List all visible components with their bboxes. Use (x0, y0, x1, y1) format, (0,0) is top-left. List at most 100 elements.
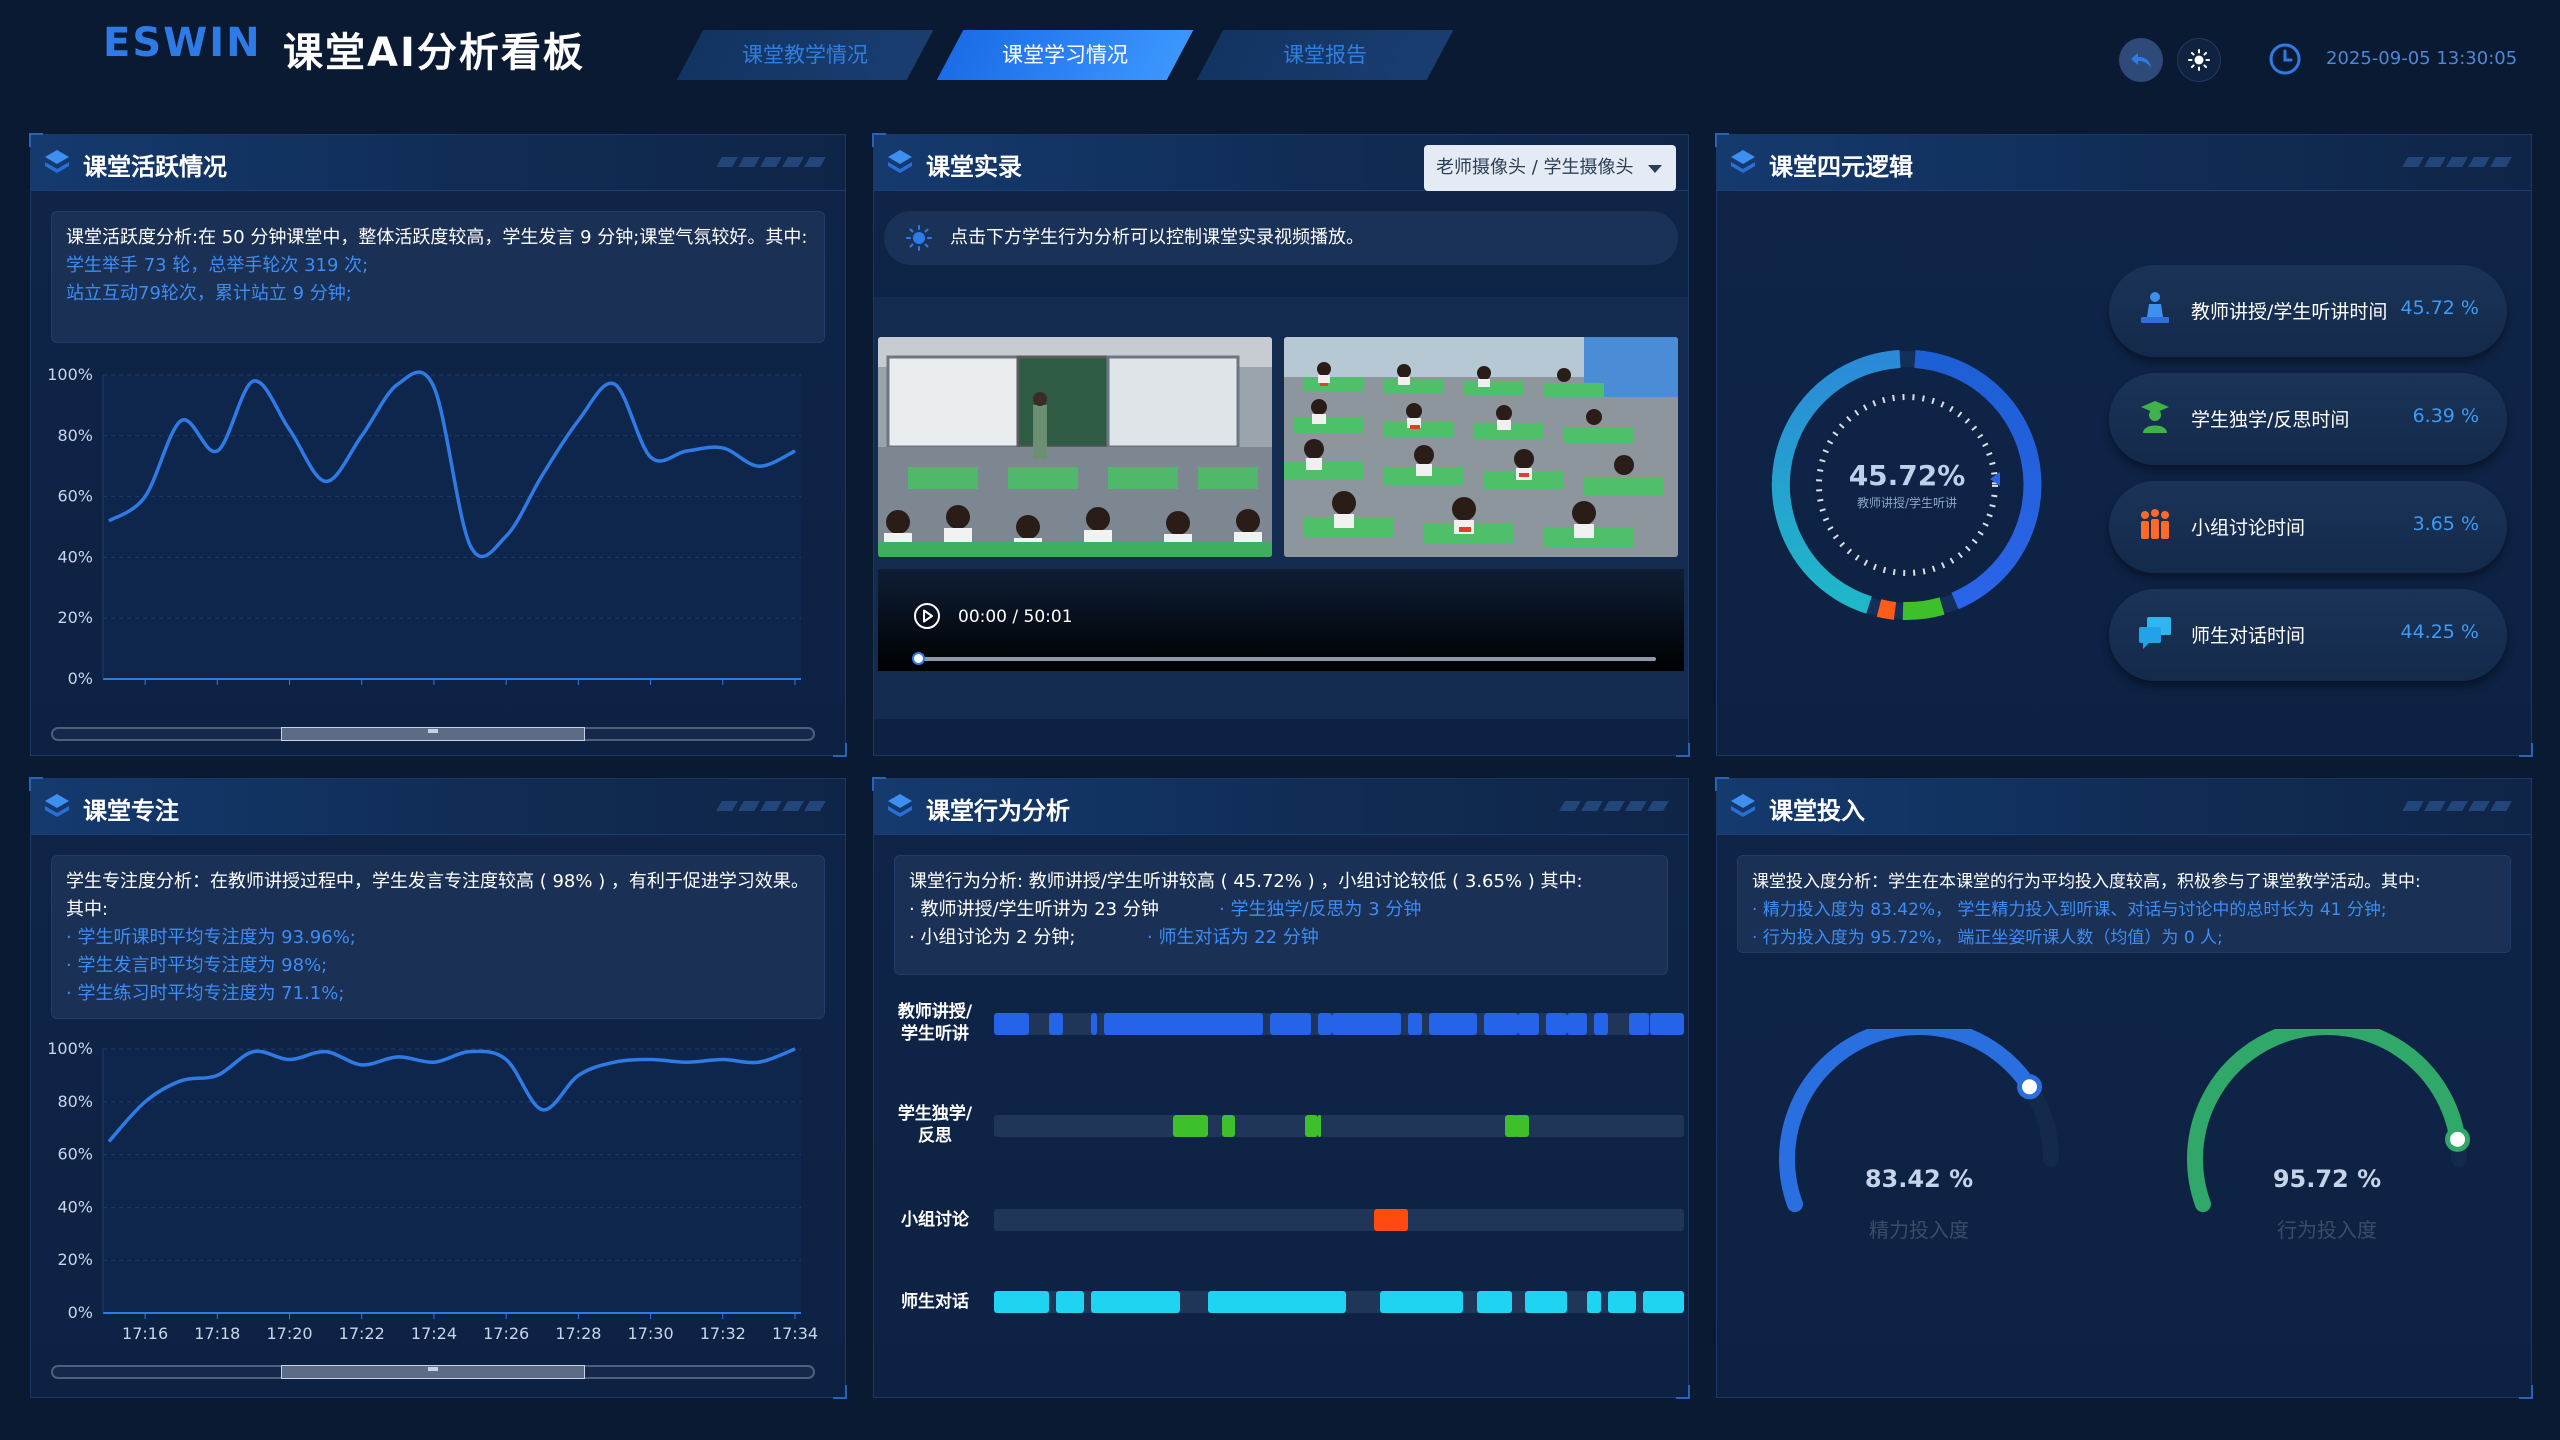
timeline-segment[interactable] (1477, 1291, 1512, 1313)
timeline-track-teacher[interactable] (994, 1013, 1684, 1035)
data-point (361, 1064, 363, 1066)
timeline-segment[interactable] (1173, 1115, 1208, 1137)
teacher-camera-feed[interactable] (878, 337, 1272, 557)
timeline-segment[interactable] (1428, 1013, 1477, 1035)
progress-thumb[interactable] (912, 652, 925, 665)
timeline-segment[interactable] (994, 1013, 1029, 1035)
panel-header: 课堂四元逻辑 (1717, 135, 2531, 191)
tab-label: 课堂学习情况 (1002, 43, 1128, 67)
y-tick-label: 0% (68, 1303, 93, 1322)
timeline-segment[interactable] (1221, 1115, 1236, 1137)
student-camera-feed[interactable] (1284, 337, 1678, 557)
zoom-window-handle[interactable] (281, 727, 585, 741)
metric-dialog[interactable]: 师生对话时间 44.25 % (2109, 589, 2507, 681)
chevron-down-icon (1648, 165, 1662, 173)
data-point (686, 450, 688, 452)
timeline-segment[interactable] (1483, 1013, 1519, 1035)
timeline-segment[interactable] (1587, 1291, 1602, 1313)
timeline-segment[interactable] (1090, 1291, 1181, 1313)
engagement-panel: 课堂投入 课堂投入度分析：学生在本课堂的行为平均投入度较高，积极参与了课堂教学活… (1715, 777, 2533, 1399)
timeline-segment[interactable] (1318, 1013, 1333, 1035)
x-tick-label: 17:18 (194, 1324, 240, 1339)
timeline-segment[interactable] (1608, 1291, 1636, 1313)
header-decoration (716, 157, 826, 167)
metric-self-study[interactable]: 学生独学/反思时间 6.39 % (2109, 373, 2507, 465)
tab-label: 课堂报告 (1283, 43, 1367, 67)
y-tick-label: 60% (57, 1145, 93, 1164)
timeline-segment[interactable] (1332, 1013, 1402, 1035)
chart-zoom-slider[interactable] (51, 1365, 815, 1379)
timeline-segment[interactable] (1207, 1291, 1346, 1313)
data-point (289, 1059, 291, 1061)
timeline-segment[interactable] (1594, 1013, 1609, 1035)
timeline-segment[interactable] (1090, 1013, 1098, 1035)
tab-report[interactable]: 课堂报告 (1196, 30, 1454, 80)
back-button[interactable] (2119, 38, 2163, 82)
timeline-segment[interactable] (1566, 1013, 1588, 1035)
data-point (794, 450, 796, 452)
timeline-segment[interactable] (1304, 1115, 1319, 1137)
x-tick-label: 17:16 (122, 1324, 168, 1339)
teacher-icon (2141, 292, 2169, 323)
video-progress-bar[interactable] (912, 652, 1656, 665)
classroom-front-image (878, 337, 1272, 557)
timeline-segment[interactable] (1546, 1013, 1567, 1035)
data-point (650, 456, 652, 458)
tab-teaching[interactable]: 课堂教学情况 (676, 30, 934, 80)
theme-button[interactable] (2177, 38, 2221, 82)
layers-icon (888, 150, 912, 173)
metric-label: 教师讲授/学生听讲时间 (2191, 301, 2388, 323)
tab-learning[interactable]: 课堂学习情况 (936, 30, 1194, 80)
zoom-window-handle[interactable] (281, 1365, 585, 1379)
timeline-track-dialog[interactable] (994, 1291, 1684, 1313)
metric-label: 师生对话时间 (2191, 625, 2306, 647)
data-point (144, 496, 146, 498)
behavior-panel: 课堂行为分析 课堂行为分析: 教师讲授/学生听讲较高 ( 45.72% ) ，小… (872, 777, 1690, 1399)
timeline-segment[interactable] (1380, 1291, 1464, 1313)
timeline-label-dialog: 师生对话 (901, 1292, 969, 1312)
top-header: ESWIN 课堂AI分析看板 课堂教学情况 课堂学习情况 课堂报告 2025-0… (0, 0, 2560, 110)
summary-item: · 学生独学/反思为 3 分钟 (1219, 899, 1422, 920)
data-point (252, 380, 254, 382)
timeline-segment[interactable] (1104, 1013, 1250, 1035)
timeline-segment[interactable] (1373, 1209, 1408, 1231)
data-point (469, 1051, 471, 1053)
plot-background (103, 1049, 801, 1313)
timeline-segment[interactable] (1318, 1115, 1322, 1137)
timeline-segment[interactable] (1049, 1013, 1063, 1035)
timeline-segment[interactable] (1525, 1291, 1567, 1313)
timeline-segment[interactable] (994, 1291, 1050, 1313)
panel-title: 课堂实录 (926, 153, 1022, 181)
chart-zoom-slider[interactable] (51, 727, 815, 741)
four-element-panel: 课堂四元逻辑 45.72% 教师讲授/学生听讲 教师讲授/学生听讲时间 45.7… (1715, 133, 2533, 757)
hint-bar: 点击下方学生行为分析可以控制课堂实录视频播放。 (884, 211, 1678, 265)
x-tick-label: 17:34 (772, 1324, 818, 1339)
timeline-segment[interactable] (1642, 1291, 1684, 1313)
gauge-value: 95.72 % (2273, 1165, 2381, 1193)
timeline-segment[interactable] (1270, 1013, 1312, 1035)
data-point (541, 1109, 543, 1111)
timeline-segment[interactable] (1649, 1013, 1684, 1035)
timeline-track-group[interactable] (994, 1209, 1684, 1231)
header-decoration (2402, 801, 2512, 811)
timeline-segment[interactable] (1056, 1291, 1084, 1313)
layers-icon (1731, 794, 1755, 817)
panel-title: 课堂行为分析 (926, 797, 1070, 825)
metric-group-discussion[interactable]: 小组讨论时间 3.65 % (2109, 481, 2507, 573)
timeline-segment[interactable] (1514, 1115, 1529, 1137)
timeline-segment[interactable] (1394, 1013, 1402, 1035)
camera-select[interactable]: 老师摄像头 / 学生摄像头 (1424, 145, 1676, 191)
data-point (469, 544, 471, 546)
timeline-segment[interactable] (1242, 1013, 1264, 1035)
ring-chart: 45.72% 教师讲授/学生听讲 (1757, 335, 2057, 639)
timeline-track-selfstudy[interactable] (994, 1115, 1684, 1137)
video-player: 00:00 / 50:01 (874, 297, 1688, 719)
timeline-segment[interactable] (1518, 1013, 1540, 1035)
metric-teacher-lecture[interactable]: 教师讲授/学生听讲时间 45.72 % (2109, 265, 2507, 357)
y-tick-label: 20% (57, 608, 93, 627)
tab-label: 课堂教学情况 (742, 43, 868, 67)
timeline-segment[interactable] (1628, 1013, 1650, 1035)
timeline-segment[interactable] (1408, 1013, 1422, 1035)
play-icon[interactable] (912, 601, 942, 631)
behavior-summary: 课堂行为分析: 教师讲授/学生听讲较高 ( 45.72% ) ，小组讨论较低 (… (894, 855, 1668, 975)
